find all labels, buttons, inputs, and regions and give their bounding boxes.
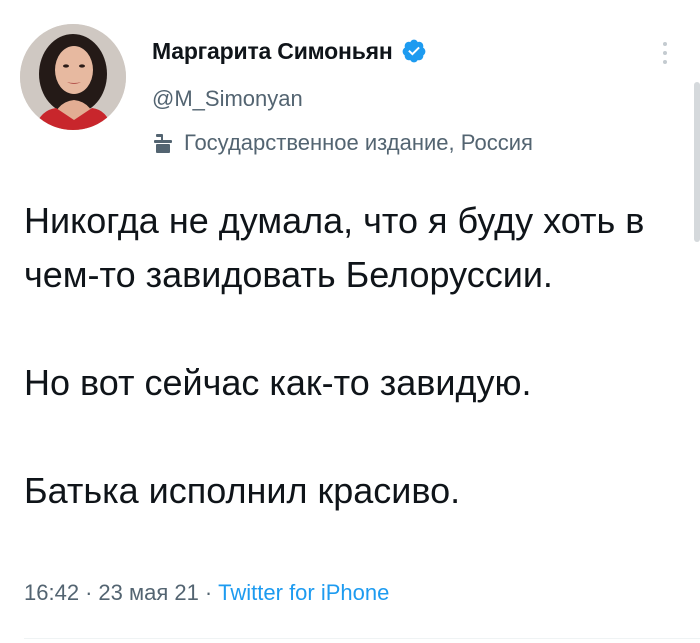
more-vertical-icon[interactable] xyxy=(660,40,670,68)
tweet-paragraph: Но вот сейчас как-то завидую. xyxy=(24,362,532,403)
avatar-image xyxy=(20,24,126,130)
verified-badge-icon xyxy=(401,38,427,64)
meta-separator: · xyxy=(204,580,213,605)
tweet: Маргарита Симоньян @M_Simonyan Государст… xyxy=(0,0,700,643)
tweet-time[interactable]: 16:42 xyxy=(24,580,79,606)
state-label-text: Государственное издание, Россия xyxy=(184,130,533,155)
tweet-source-link[interactable]: Twitter for iPhone xyxy=(218,580,389,606)
scrollbar[interactable] xyxy=(694,82,700,242)
avatar[interactable] xyxy=(20,24,126,130)
tweet-paragraph: Батька исполнил красиво. xyxy=(24,470,461,511)
state-affiliation-label[interactable]: Государственное издание, Россия xyxy=(152,130,533,156)
tweet-text: Никогда не думала, что я буду хоть в чем… xyxy=(24,194,674,518)
author-name-row[interactable]: Маргарита Симоньян xyxy=(152,34,427,68)
podium-icon xyxy=(152,132,174,154)
divider xyxy=(24,638,700,639)
tweet-meta: 16:42 · 23 мая 21 · Twitter for iPhone xyxy=(24,580,389,606)
tweet-date[interactable]: 23 мая 21 xyxy=(98,580,198,606)
meta-separator: · xyxy=(85,580,93,605)
author-handle[interactable]: @M_Simonyan xyxy=(152,86,303,112)
tweet-paragraph: Никогда не думала, что я буду хоть в чем… xyxy=(24,200,645,295)
display-name[interactable]: Маргарита Симоньян xyxy=(152,38,393,65)
